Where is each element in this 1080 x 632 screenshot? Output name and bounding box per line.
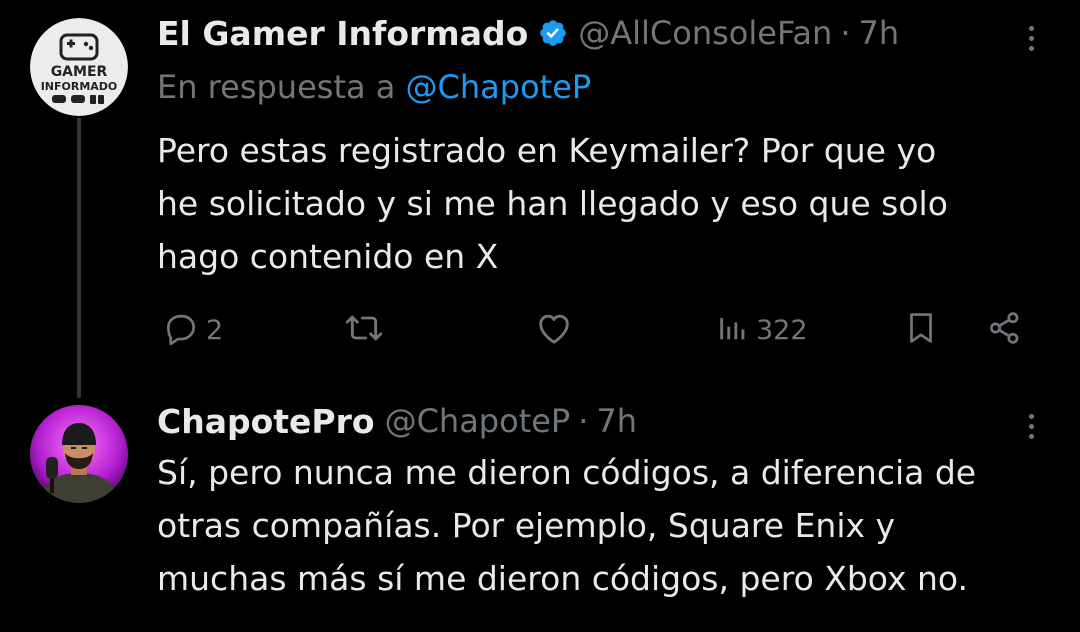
verified-badge-icon (538, 18, 568, 48)
separator-dot: · (840, 14, 851, 52)
timestamp[interactable]: 7h (858, 14, 899, 52)
more-icon[interactable] (1016, 18, 1046, 58)
bookmark-button[interactable] (902, 308, 940, 352)
tweet-1-header: El Gamer Informado @AllConsoleFan · 7h (157, 8, 899, 58)
views-button[interactable]: 322 (716, 308, 808, 352)
timestamp[interactable]: 7h (596, 402, 637, 440)
reply-button[interactable]: 2 (162, 308, 223, 352)
tweet-2-header: ChapotePro @ChapoteP · 7h (157, 396, 637, 446)
bookmark-icon (902, 308, 940, 352)
avatar-text-informado: INFORMADO (41, 80, 118, 93)
display-name[interactable]: ChapotePro (157, 402, 375, 441)
tweet-2-text: Sí, pero nunca me dieron códigos, a dife… (157, 446, 976, 605)
views-icon (716, 309, 750, 351)
share-icon (986, 308, 1024, 352)
share-button[interactable] (986, 308, 1024, 352)
avatar-el-gamer-informado[interactable]: GAMER INFORMADO (30, 18, 128, 116)
text-line: otras compañías. Por ejemplo, Square Eni… (157, 506, 896, 545)
handle[interactable]: @AllConsoleFan (578, 14, 832, 52)
text-line: hago contenido en X (157, 237, 499, 276)
text-line: muchas más sí me dieron códigos, pero Xb… (157, 559, 969, 598)
tweet-1-text: Pero estas registrado en Keymailer? Por … (157, 124, 948, 283)
reply-icon (162, 309, 200, 351)
thread-connector-line (77, 118, 81, 398)
reply-prefix: En respuesta a (157, 68, 396, 106)
views-count: 322 (756, 314, 808, 346)
like-button[interactable] (534, 308, 580, 352)
more-icon[interactable] (1016, 406, 1046, 446)
text-line: he solicitado y si me han llegado y eso … (157, 184, 948, 223)
text-line: Sí, pero nunca me dieron códigos, a dife… (157, 453, 977, 492)
reply-mention-link[interactable]: @ChapoteP (406, 68, 592, 106)
heart-icon (534, 308, 574, 352)
display-name[interactable]: El Gamer Informado (157, 14, 528, 53)
separator-dot: · (578, 402, 589, 440)
avatar-chapotepro[interactable] (30, 405, 128, 503)
handle[interactable]: @ChapoteP (385, 402, 571, 440)
text-line: Pero estas registrado en Keymailer? Por … (157, 131, 937, 170)
repost-button[interactable] (344, 308, 390, 352)
reply-count: 2 (206, 314, 224, 346)
reply-to-line: En respuesta a @ChapoteP (157, 68, 591, 106)
avatar-text-gamer: GAMER (51, 64, 108, 80)
repost-icon (344, 308, 384, 352)
